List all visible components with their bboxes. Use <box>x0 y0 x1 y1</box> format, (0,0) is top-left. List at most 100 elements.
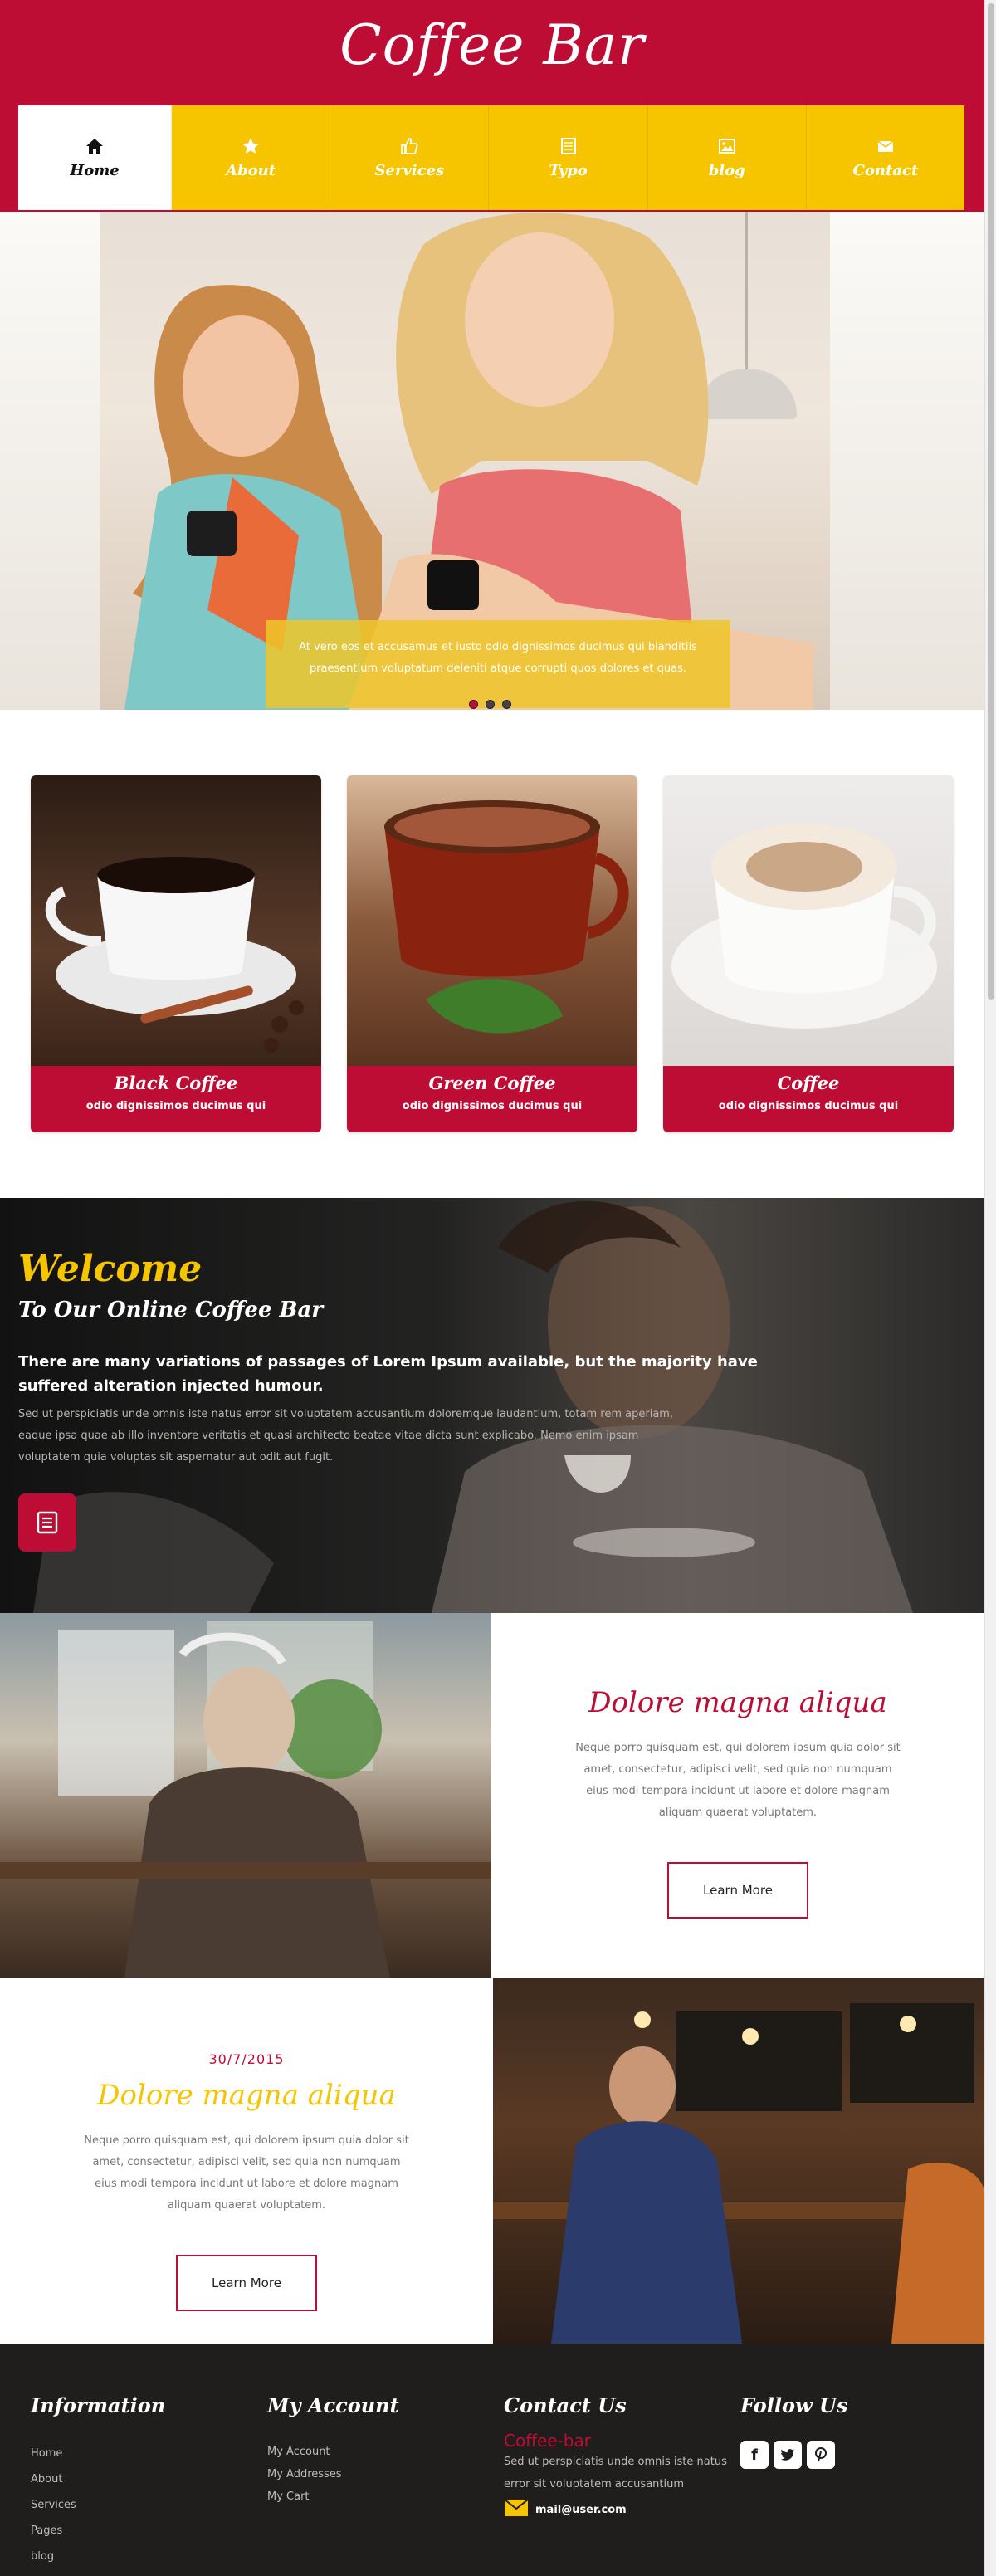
hero-window <box>830 212 984 710</box>
site: Coffee Bar Home About Services Typo blog… <box>0 0 984 2576</box>
hero-window <box>0 212 100 710</box>
product-title: Black Coffee <box>114 1073 238 1093</box>
footer-heading: My Account <box>267 2393 399 2417</box>
feature-title: Dolore magna aliqua <box>588 1686 887 1719</box>
product-band: Black Coffee odio dignissimos ducimus qu… <box>31 1066 321 1132</box>
coffee-cup-illustration <box>384 800 629 1034</box>
twitter-icon[interactable] <box>774 2441 802 2469</box>
main-nav: Home About Services Typo blog Contact <box>18 105 964 210</box>
feature-body: Neque porro quisquam est, qui dolorem ip… <box>575 1742 901 1819</box>
footer-link-pages[interactable]: Pages <box>31 2518 165 2544</box>
slider-dot-1[interactable] <box>469 700 478 709</box>
product-subtitle: odio dignissimos ducimus qui <box>85 1100 266 1112</box>
site-header: Coffee Bar Home About Services Typo blog… <box>0 0 984 212</box>
feature-row-1: Dolore magna aliqua Neque porro quisquam… <box>0 1613 984 1978</box>
footer-account: My Account My Account My Addresses My Ca… <box>267 2393 399 2508</box>
product-card-coffee[interactable]: Coffee odio dignissimos ducimus qui <box>663 775 954 1132</box>
nav-label: Typo <box>549 161 588 179</box>
coffee-cup-illustration <box>45 857 304 1053</box>
footer-email[interactable]: mail@user.com <box>504 2499 728 2520</box>
footer-link-my-cart[interactable]: My Cart <box>267 2486 399 2508</box>
product-band: Coffee odio dignissimos ducimus qui <box>663 1066 954 1132</box>
nav-item-home[interactable]: Home <box>18 105 172 210</box>
nav-item-about[interactable]: About <box>172 105 331 210</box>
feature-body: Neque porro quisquam est, qui dolorem ip… <box>84 2134 409 2212</box>
feature-image-cafe-man <box>0 1613 491 1978</box>
hero-slider[interactable]: At vero eos et accusamus et iusto odio d… <box>0 212 984 710</box>
welcome-menu-button[interactable] <box>18 1493 76 1552</box>
footer-brand: Coffee-bar <box>504 2431 591 2451</box>
footer-link-my-addresses[interactable]: My Addresses <box>267 2463 399 2486</box>
feature-image-coffee-bar <box>493 1978 984 2344</box>
footer-link-blog[interactable]: blog <box>31 2544 165 2569</box>
feature-text-2: 30/7/2015 Dolore magna aliqua Neque porr… <box>0 1978 493 2344</box>
cafe-man-illustration <box>0 1621 491 1978</box>
envelope-icon <box>504 2499 529 2520</box>
nav-item-contact[interactable]: Contact <box>807 105 964 210</box>
footer-heading: Follow Us <box>740 2393 848 2417</box>
page-scrollbar[interactable] <box>984 0 996 2576</box>
footer-link-about[interactable]: About <box>31 2466 165 2492</box>
product-title: Coffee <box>777 1073 840 1093</box>
document-icon <box>559 137 578 155</box>
slider-dot-2[interactable] <box>486 700 495 709</box>
welcome-title: Welcome <box>18 1248 203 1290</box>
feature-date: 30/7/2015 <box>208 2051 285 2067</box>
feature-text-1: Dolore magna aliqua Neque porro quisquam… <box>491 1613 984 1978</box>
footer-information: Information Home About Services Pages bl… <box>31 2393 165 2569</box>
site-logo[interactable]: Coffee Bar <box>0 13 984 77</box>
coffee-cup-illustration <box>671 824 937 1029</box>
nav-item-services[interactable]: Services <box>330 105 490 210</box>
scrollbar-thumb[interactable] <box>988 3 994 1000</box>
footer-link-services[interactable]: Services <box>31 2492 165 2518</box>
product-image <box>347 775 637 1066</box>
product-title: Green Coffee <box>428 1073 556 1093</box>
footer-email-text: mail@user.com <box>535 2503 627 2516</box>
welcome-subtitle: To Our Online Coffee Bar <box>18 1298 324 1322</box>
site-footer: Information Home About Services Pages bl… <box>0 2344 984 2576</box>
pinterest-icon[interactable] <box>807 2441 835 2469</box>
footer-link-my-account[interactable]: My Account <box>267 2441 399 2463</box>
slider-dots <box>469 700 511 709</box>
nav-label: Contact <box>852 161 919 179</box>
footer-heading: Information <box>31 2393 166 2417</box>
footer-follow: Follow Us f <box>740 2393 847 2469</box>
slider-dot-3[interactable] <box>502 700 511 709</box>
nav-label: Services <box>374 161 445 179</box>
learn-more-button[interactable]: Learn More <box>176 2255 317 2311</box>
feature-row-2: 30/7/2015 Dolore magna aliqua Neque porr… <box>0 1978 984 2344</box>
footer-contact: Contact Us Coffee-bar Sed ut perspiciati… <box>504 2393 728 2520</box>
facebook-icon[interactable]: f <box>740 2441 769 2469</box>
feature-title: Dolore magna aliqua <box>97 2079 396 2112</box>
image-icon <box>718 137 736 155</box>
product-image <box>31 775 321 1066</box>
social-links: f <box>740 2441 847 2469</box>
product-subtitle: odio dignissimos ducimus qui <box>402 1100 583 1112</box>
nav-label: About <box>226 161 276 179</box>
product-image <box>663 775 954 1066</box>
coffee-bar-illustration <box>493 2003 984 2344</box>
footer-heading: Contact Us <box>504 2393 627 2417</box>
nav-label: blog <box>708 161 745 179</box>
welcome-body: Sed ut perspiciatis unde omnis iste natu… <box>18 1408 674 1464</box>
envelope-icon <box>876 137 895 155</box>
hero-caption-line: At vero eos et accusamus et iusto odio d… <box>299 641 697 653</box>
list-icon <box>37 1511 58 1534</box>
footer-contact-text: Sed ut perspiciatis unde omnis iste natu… <box>504 2456 727 2490</box>
welcome-section: Welcome To Our Online Coffee Bar There a… <box>0 1198 984 1613</box>
star-icon <box>242 137 260 155</box>
welcome-lead: There are many variations of passages of… <box>18 1353 758 1395</box>
footer-link-home[interactable]: Home <box>31 2441 165 2466</box>
nav-item-blog[interactable]: blog <box>648 105 807 210</box>
product-card-green-coffee[interactable]: Green Coffee odio dignissimos ducimus qu… <box>347 775 637 1132</box>
product-band: Green Coffee odio dignissimos ducimus qu… <box>347 1066 637 1132</box>
learn-more-button[interactable]: Learn More <box>667 1862 808 1919</box>
nav-label: Home <box>70 161 120 179</box>
thumbs-up-icon <box>400 137 418 155</box>
product-subtitle: odio dignissimos ducimus qui <box>718 1100 899 1112</box>
hero-caption-line: praesentium voluptatum deleniti atque co… <box>309 662 687 675</box>
product-card-black-coffee[interactable]: Black Coffee odio dignissimos ducimus qu… <box>31 775 321 1132</box>
nav-item-typo[interactable]: Typo <box>489 105 648 210</box>
home-icon <box>85 137 104 155</box>
hero-caption: At vero eos et accusamus et iusto odio d… <box>266 620 730 708</box>
